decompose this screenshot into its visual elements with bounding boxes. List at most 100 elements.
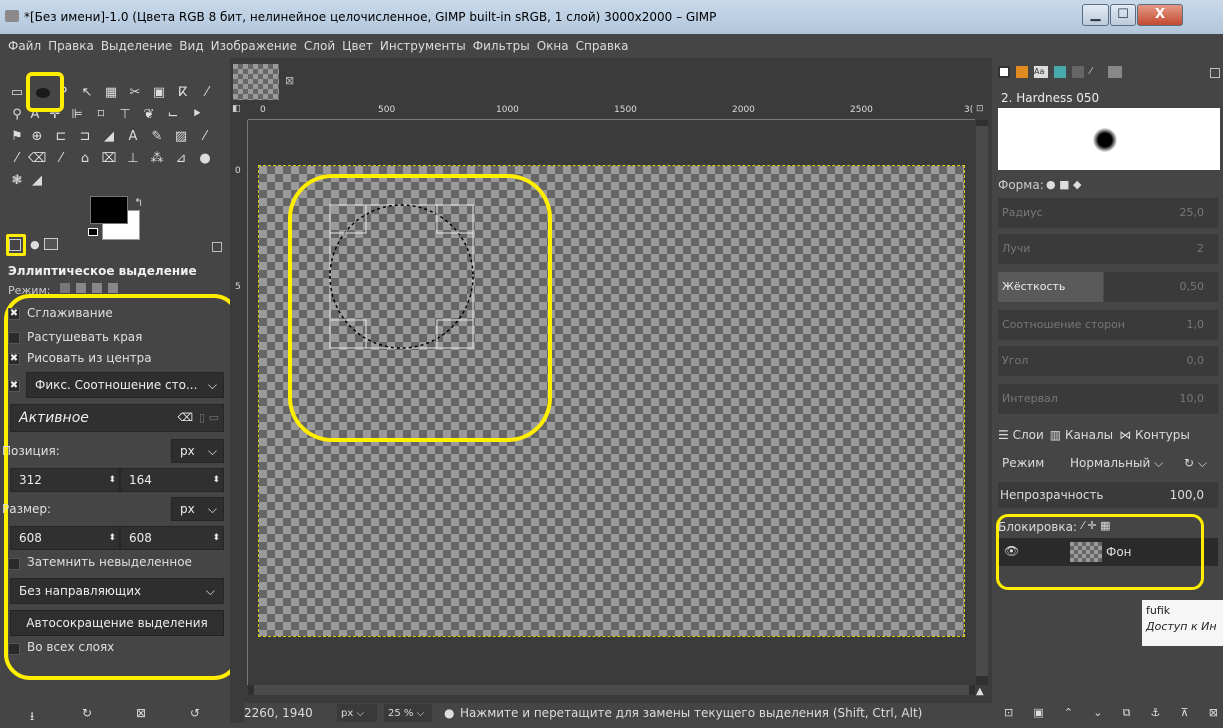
undo-history-tab-icon[interactable] — [44, 238, 58, 250]
eraser-icon[interactable]: ⌫ — [28, 150, 46, 168]
convolve-icon[interactable]: ● — [196, 150, 214, 168]
foreground-select-icon[interactable]: ▣ — [150, 84, 168, 102]
spin-icon[interactable]: ⬍ — [108, 527, 116, 549]
aspect-slider[interactable]: Соотношение сторон 1,0 — [998, 310, 1218, 340]
palettes-tab-icon[interactable] — [1054, 66, 1066, 78]
size-unit-dropdown[interactable]: px ⌵ — [171, 497, 224, 521]
antialias-checkbox[interactable]: ✖ — [8, 308, 20, 320]
fonts-tab-icon[interactable]: Aa — [1034, 66, 1048, 78]
duplicate-layer-icon[interactable]: ⧉ — [1123, 706, 1131, 720]
all-layers-checkbox[interactable] — [8, 643, 20, 655]
gradients-tab-icon[interactable] — [1072, 66, 1084, 78]
mode-subtract-icon[interactable] — [92, 283, 102, 293]
opacity-slider[interactable]: Непрозрачность 100,0 — [998, 482, 1218, 508]
warp-icon[interactable]: ❦ — [140, 106, 158, 124]
circle-shape-icon[interactable]: ● — [1046, 178, 1056, 191]
spin-icon[interactable]: ⬍ — [212, 469, 220, 491]
reset-mode-icon[interactable]: ↻ ⌵ — [1184, 456, 1207, 471]
mode-replace-icon[interactable] — [60, 283, 70, 293]
size-height-input[interactable]: 608 ⬍ — [120, 526, 224, 550]
delete-options-icon[interactable]: ⊠ — [136, 706, 146, 720]
feather-checkbox[interactable] — [8, 332, 20, 344]
menu-select[interactable]: Выделение — [101, 39, 172, 53]
vertical-scrollbar[interactable] — [976, 120, 988, 685]
save-options-icon[interactable]: ⭳ — [30, 707, 34, 728]
paths-icon[interactable]: ⴽ — [174, 84, 192, 102]
perspective-icon[interactable]: ⊕ — [28, 128, 46, 146]
fuzzy-select-icon[interactable]: ↖ — [78, 84, 96, 102]
fixed-ratio-dropdown[interactable]: Фикс. Соотношение сто... ⌵ — [26, 372, 224, 398]
patterns-tab-icon[interactable] — [1016, 66, 1028, 78]
zoom-dropdown[interactable]: 25 % ⌵ — [384, 704, 432, 722]
menu-file[interactable]: Файл — [8, 39, 41, 53]
scroll-thumb[interactable] — [976, 126, 988, 676]
image-tab-thumbnail[interactable] — [233, 64, 279, 100]
reset-options-icon[interactable]: ↺ — [190, 706, 200, 720]
color-picker-icon[interactable]: ✎ — [148, 128, 166, 146]
mypaint-icon[interactable]: ⌂ — [76, 150, 94, 168]
from-center-checkbox[interactable]: ✖ — [8, 353, 20, 365]
spikes-slider[interactable]: Лучи 2 — [998, 234, 1218, 264]
default-colors-icon[interactable] — [88, 228, 98, 236]
tab-paths[interactable]: ⋈ Контуры — [1119, 428, 1190, 446]
heal-icon[interactable]: ⊥ — [124, 150, 142, 168]
landscape-icon[interactable]: ▭ — [209, 405, 219, 431]
anchor-icon[interactable]: ⚓ — [1151, 706, 1161, 720]
darken-checkbox[interactable] — [8, 558, 20, 570]
menu-help[interactable]: Справка — [576, 39, 629, 53]
menu-edit[interactable]: Правка — [48, 39, 94, 53]
lower-layer-icon[interactable]: ⌄ — [1093, 706, 1102, 720]
blur-icon[interactable]: ❃ — [8, 172, 26, 190]
menu-color[interactable]: Цвет — [342, 39, 373, 53]
clone-icon[interactable]: ⌧ — [100, 150, 118, 168]
merge-icon[interactable]: ⊼ — [1181, 706, 1189, 720]
fixed-ratio-checkbox[interactable]: ✖ — [8, 380, 20, 392]
menu-view[interactable]: Вид — [179, 39, 203, 53]
handle-transform-icon[interactable]: ⌙ — [164, 106, 182, 124]
restore-options-icon[interactable]: ↻ — [82, 706, 92, 720]
scroll-thumb[interactable] — [254, 685, 969, 695]
delete-layer-icon[interactable]: ⊠ — [1209, 706, 1218, 720]
panel-menu-icon[interactable] — [1210, 68, 1220, 78]
angle-slider[interactable]: Угол 0,0 — [998, 346, 1218, 376]
position-y-input[interactable]: 164 ⬍ — [120, 468, 224, 492]
raise-layer-icon[interactable]: ⌃ — [1064, 706, 1073, 720]
close-tab-icon[interactable]: ⊠ — [285, 74, 294, 87]
menu-image[interactable]: Изображение — [211, 39, 297, 53]
crop-icon[interactable]: ⌑ — [92, 106, 110, 124]
tab-layers[interactable]: ☰ Слои — [998, 428, 1044, 446]
gradient-icon[interactable]: ▨ — [172, 128, 190, 146]
color-select-icon[interactable]: ▦ — [102, 84, 120, 102]
unified-transform-icon[interactable]: ⊤ — [116, 106, 134, 124]
zoom-icon[interactable]: ⚲ — [8, 106, 26, 124]
airbrush-icon[interactable]: ⁄ — [8, 150, 26, 168]
spacing-slider[interactable]: Интервал 10,0 — [998, 384, 1218, 414]
diamond-shape-icon[interactable]: ◆ — [1073, 178, 1081, 191]
rect-select-icon[interactable]: ▭ — [8, 84, 26, 102]
flip-icon[interactable]: ⯈ — [188, 106, 206, 124]
position-x-input[interactable]: 312 ⬍ — [10, 468, 120, 492]
navigate-icon[interactable]: ▲ — [976, 686, 984, 697]
ink-icon[interactable]: ⁄ — [52, 150, 70, 168]
size-width-input[interactable]: 608 ⬍ — [10, 526, 120, 550]
clear-icon[interactable]: ⌫ — [177, 405, 193, 431]
position-unit-dropdown[interactable]: px ⌵ — [171, 439, 224, 463]
menu-filters[interactable]: Фильтры — [473, 39, 530, 53]
picker-icon[interactable]: ◢ — [28, 172, 46, 190]
new-group-icon[interactable]: ▣ — [1033, 706, 1043, 720]
hardness-slider[interactable]: Жёсткость 0,50 — [998, 272, 1218, 302]
text-tool-icon[interactable]: A — [124, 128, 142, 146]
minimize-button[interactable]: ▁ — [1082, 4, 1109, 26]
panel-menu-icon[interactable] — [212, 242, 222, 252]
menu-tools[interactable]: Инструменты — [380, 39, 466, 53]
quick-mask-corner-icon[interactable]: ◧ — [232, 104, 246, 120]
align-icon[interactable]: ⊫ — [68, 106, 86, 124]
mode-intersect-icon[interactable] — [108, 283, 118, 293]
swap-colors-icon[interactable]: ↰ — [134, 196, 143, 209]
tool-options-tab-icon[interactable] — [9, 239, 21, 251]
unit-dropdown[interactable]: px ⌵ — [337, 704, 377, 722]
smudge-icon[interactable]: ⁂ — [148, 150, 166, 168]
brushes-tab-icon[interactable] — [998, 66, 1010, 78]
autoshrink-button[interactable]: Автосокращение выделения — [10, 610, 224, 636]
active-ratio-field[interactable]: Активное ⌫ ▯ ▭ — [10, 404, 224, 432]
